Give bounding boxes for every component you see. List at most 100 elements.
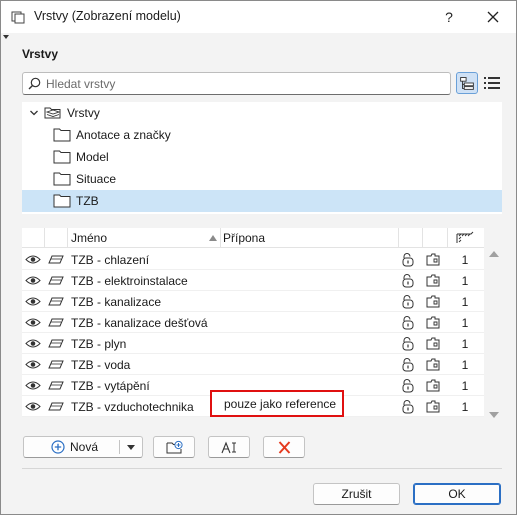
table-row[interactable]: TZB - elektroinstalace 1 xyxy=(22,270,484,291)
lock-icon[interactable] xyxy=(400,315,416,331)
intersection-group-number[interactable]: 1 xyxy=(458,358,472,372)
new-folder-button[interactable] xyxy=(153,436,195,458)
sort-ascending-icon[interactable] xyxy=(209,235,217,241)
new-layer-button[interactable]: Nová xyxy=(23,436,143,458)
layer-name: TZB - voda xyxy=(71,358,131,372)
intersection-group-number[interactable]: 1 xyxy=(458,379,472,393)
layer-icon xyxy=(48,402,64,411)
folder-icon xyxy=(53,194,71,208)
lock-icon[interactable] xyxy=(400,336,416,352)
delete-button[interactable] xyxy=(263,436,305,458)
intersection-icon[interactable] xyxy=(425,251,441,267)
layer-folder-tree: Vrstvy Anotace a značky Model Situace TZ… xyxy=(22,102,502,214)
intersection-group-number[interactable]: 1 xyxy=(458,337,472,351)
title-bar: Vrstvy (Zobrazení modelu) ? xyxy=(1,1,516,33)
tree-folder-item[interactable]: Anotace a značky xyxy=(22,124,502,146)
lock-icon[interactable] xyxy=(400,273,416,289)
divider xyxy=(22,468,502,469)
table-row[interactable]: TZB - voda 1 xyxy=(22,354,484,375)
close-icon[interactable] xyxy=(481,5,505,29)
intersection-icon[interactable] xyxy=(425,293,441,309)
tree-folder-item[interactable]: Situace xyxy=(22,168,502,190)
cancel-button[interactable]: Zrušit xyxy=(313,483,400,505)
lock-icon[interactable] xyxy=(400,378,416,394)
table-row[interactable]: TZB - chlazení 1 xyxy=(22,249,484,270)
scroll-up-arrow[interactable] xyxy=(489,251,499,257)
layer-icon xyxy=(48,360,64,369)
tree-folder-label: Anotace a značky xyxy=(76,128,171,142)
eye-icon[interactable] xyxy=(25,317,41,328)
lock-icon[interactable] xyxy=(400,252,416,268)
intersection-icon[interactable] xyxy=(425,398,441,414)
layer-name: TZB - chlazení xyxy=(71,253,150,267)
tree-folder-item[interactable]: Model xyxy=(22,146,502,168)
eye-icon[interactable] xyxy=(25,359,41,370)
eye-icon[interactable] xyxy=(25,401,41,412)
table-row[interactable]: TZB - kanalizace dešťová 1 xyxy=(22,312,484,333)
layers-app-icon xyxy=(11,11,25,24)
layer-name: TZB - vytápění xyxy=(71,379,150,393)
chevron-down-icon[interactable] xyxy=(127,445,135,450)
layer-name: TZB - kanalizace dešťová xyxy=(71,316,208,330)
intersection-group-number[interactable]: 1 xyxy=(458,253,472,267)
extension-highlight[interactable]: pouze jako reference xyxy=(210,390,344,417)
layers-folder-icon xyxy=(44,107,61,119)
layer-name: TZB - plyn xyxy=(71,337,127,351)
tree-folder-label: Model xyxy=(76,150,109,164)
layer-name: TZB - kanalizace xyxy=(71,295,162,309)
layer-icon xyxy=(48,318,64,327)
lock-icon[interactable] xyxy=(400,399,416,415)
intersection-group-icon[interactable] xyxy=(455,230,475,245)
intersection-icon[interactable] xyxy=(425,335,441,351)
layer-name: TZB - elektroinstalace xyxy=(71,274,188,288)
column-header-extension[interactable]: Přípona xyxy=(223,231,265,245)
intersection-group-number[interactable]: 1 xyxy=(458,400,472,414)
search-icon xyxy=(28,77,41,90)
column-divider xyxy=(67,228,68,248)
window-title: Vrstvy (Zobrazení modelu) xyxy=(34,9,181,23)
intersection-icon[interactable] xyxy=(425,314,441,330)
table-row[interactable]: TZB - kanalizace 1 xyxy=(22,291,484,312)
list-view-icon[interactable] xyxy=(481,72,503,94)
section-title: Vrstvy xyxy=(22,47,59,61)
eye-icon[interactable] xyxy=(25,380,41,391)
eye-icon[interactable] xyxy=(25,254,41,265)
intersection-icon[interactable] xyxy=(425,377,441,393)
eye-icon[interactable] xyxy=(25,296,41,307)
layer-icon xyxy=(48,276,64,285)
extension-value: pouze jako reference xyxy=(224,397,337,411)
scroll-down-arrow[interactable] xyxy=(489,412,499,418)
tree-root[interactable]: Vrstvy xyxy=(22,102,502,124)
table-row[interactable]: TZB - plyn 1 xyxy=(22,333,484,354)
search-box[interactable] xyxy=(22,72,451,95)
column-divider xyxy=(44,228,45,248)
tree-folder-item-selected[interactable]: TZB xyxy=(22,190,502,212)
rename-button[interactable] xyxy=(208,436,250,458)
intersection-icon[interactable] xyxy=(425,356,441,372)
column-divider xyxy=(447,228,448,248)
eye-icon[interactable] xyxy=(25,338,41,349)
help-button[interactable]: ? xyxy=(437,5,461,29)
lock-icon[interactable] xyxy=(400,294,416,310)
intersection-group-number[interactable]: 1 xyxy=(458,316,472,330)
search-input[interactable] xyxy=(46,75,446,92)
folder-icon xyxy=(53,128,71,142)
lock-icon[interactable] xyxy=(400,357,416,373)
chevron-down-icon[interactable] xyxy=(29,108,39,118)
layer-icon xyxy=(48,339,64,348)
collapse-arrow-icon[interactable] xyxy=(3,35,9,39)
column-header-name[interactable]: Jméno xyxy=(71,231,107,245)
layers-dialog: Vrstvy (Zobrazení modelu) ? Vrstvy Hleda… xyxy=(0,0,517,515)
intersection-icon[interactable] xyxy=(425,272,441,288)
tree-view-icon[interactable] xyxy=(456,72,478,94)
ok-button[interactable]: OK xyxy=(413,483,501,505)
layer-table: Jméno Přípona TZB - chlazení 1 TZB - elekt… xyxy=(22,228,484,417)
column-divider xyxy=(422,228,423,248)
column-divider xyxy=(220,228,221,248)
layer-icon xyxy=(48,381,64,390)
tree-folder-label: Situace xyxy=(76,172,117,186)
eye-icon[interactable] xyxy=(25,275,41,286)
intersection-group-number[interactable]: 1 xyxy=(458,274,472,288)
layer-name: TZB - vzduchotechnika xyxy=(71,400,194,414)
intersection-group-number[interactable]: 1 xyxy=(458,295,472,309)
